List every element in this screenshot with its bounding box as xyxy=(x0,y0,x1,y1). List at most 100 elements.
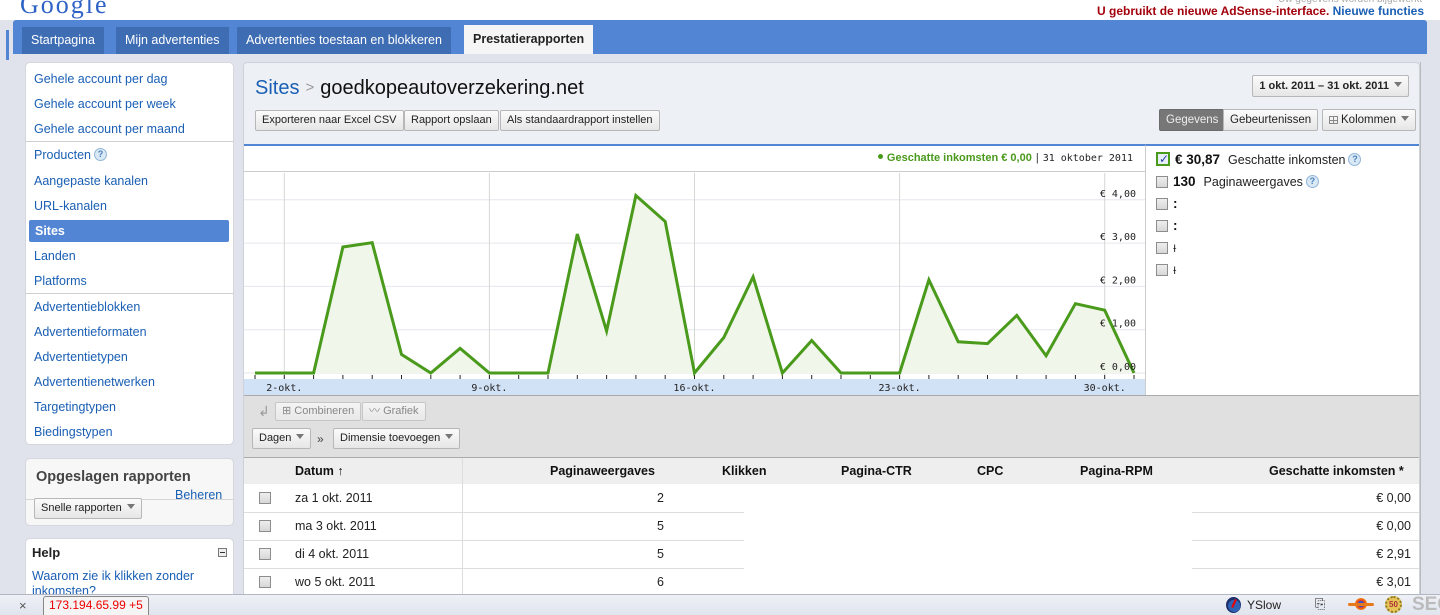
help-icon[interactable]: ? xyxy=(1305,175,1319,188)
cell-pageviews: 5 xyxy=(657,547,664,561)
sidebar-item-account-per-month[interactable]: Gehele account per maand xyxy=(34,122,185,136)
column-header-cpc[interactable]: CPC xyxy=(977,464,1003,478)
collapse-icon[interactable] xyxy=(218,548,227,557)
breadcrumb-sites-link[interactable]: Sites xyxy=(255,77,299,99)
sidebar-item-platforms[interactable]: Platforms xyxy=(34,274,87,288)
ip-address-badge[interactable]: 173.194.65.99 +5 xyxy=(43,596,149,615)
view-toggle-data[interactable]: Gegevens xyxy=(1159,109,1226,131)
row-checkbox[interactable] xyxy=(259,576,271,588)
main-tab-bar: Startpagina Mijn advertenties Advertenti… xyxy=(13,20,1427,54)
dimension-label: Dagen xyxy=(259,432,292,444)
cell-pageviews: 6 xyxy=(657,575,664,589)
y-tick-label: € 4,00 xyxy=(1100,189,1136,200)
cell-date: di 4 okt. 2011 xyxy=(295,547,370,561)
yslow-label[interactable]: YSlow xyxy=(1247,598,1281,612)
column-header-earnings[interactable]: Geschatte inkomsten * xyxy=(1269,464,1404,478)
top-header: Google Uw gegevens worden bijgewerkt U g… xyxy=(0,0,1440,20)
firebug-icon[interactable] xyxy=(1348,597,1374,612)
seo-label[interactable]: SEO xyxy=(1412,594,1440,615)
left-accent-bar xyxy=(6,30,9,60)
tab-prestatierapporten[interactable]: Prestatierapporten xyxy=(464,25,594,54)
metric-checkbox[interactable] xyxy=(1156,220,1168,232)
metric-checkbox[interactable] xyxy=(1156,176,1168,188)
chart-line-icon: 〰 xyxy=(369,405,384,417)
column-header-page-ctr[interactable]: Pagina-CTR xyxy=(841,464,912,478)
sidebar-item-targeting-types[interactable]: Targetingtypen xyxy=(34,400,116,414)
metric-checkbox[interactable] xyxy=(1156,242,1168,254)
manage-reports-link[interactable]: Beheren xyxy=(175,488,222,502)
metric-row-pageviews[interactable]: 130 Paginaweergaves? xyxy=(1156,173,1319,191)
columns-label: Kolommen xyxy=(1341,114,1396,126)
combine-button[interactable]: ⊞ Combineren xyxy=(275,402,362,421)
column-header-pageviews[interactable]: Paginaweergaves xyxy=(550,464,655,478)
view-toggle-events[interactable]: Gebeurtenissen xyxy=(1223,109,1319,131)
dimension-dropdown[interactable]: Dagen xyxy=(252,428,312,449)
sidebar-item-custom-channels[interactable]: Aangepaste kanalen xyxy=(34,174,148,188)
chevron-down-icon xyxy=(1400,116,1409,121)
cell-date: ma 3 okt. 2011 xyxy=(295,519,377,533)
date-range-picker[interactable]: 1 okt. 2011 – 31 okt. 2011 xyxy=(1252,75,1409,97)
y-tick-label: € 0,00 xyxy=(1100,362,1136,373)
breadcrumb-arrow: » xyxy=(317,432,324,446)
column-header-page-rpm[interactable]: Pagina-RPM xyxy=(1080,464,1153,478)
help-icon[interactable]: ? xyxy=(1348,153,1362,166)
column-header-clicks[interactable]: Klikken xyxy=(722,464,766,478)
google-logo[interactable]: Google xyxy=(20,0,109,20)
metric-row[interactable]: : xyxy=(1156,195,1186,213)
quick-reports-dropdown[interactable]: Snelle rapporten xyxy=(34,498,142,519)
sidebar-item-account-per-day[interactable]: Gehele account per dag xyxy=(34,72,167,86)
row-checkbox[interactable] xyxy=(259,492,271,504)
row-checkbox[interactable] xyxy=(259,520,271,532)
sidebar-item-label: Producten xyxy=(34,148,91,162)
report-main-panel: Sites > goedkopeautoverzekering.net Export… xyxy=(243,62,1420,615)
row-checkbox[interactable] xyxy=(259,548,271,560)
sidebar-item-producten[interactable]: Producten? xyxy=(34,148,107,162)
chart-plot[interactable]: 2-okt. 9-okt. 16-okt. 23-okt. 30-okt. € 0,00 €… xyxy=(244,146,1145,395)
sidebar-divider xyxy=(26,141,233,142)
new-features-link[interactable]: Nieuwe functies xyxy=(1333,4,1424,18)
metric-row[interactable]: : xyxy=(1156,217,1186,235)
save-report-button[interactable]: Rapport opslaan xyxy=(404,110,499,131)
metric-checkbox[interactable] xyxy=(1156,264,1168,276)
sidebar-item-sites[interactable]: Sites xyxy=(29,220,229,242)
sidebar-item-url-channels[interactable]: URL-kanalen xyxy=(34,199,107,213)
sidebar-item-ad-units[interactable]: Advertentieblokken xyxy=(34,300,140,314)
metric-checkbox[interactable] xyxy=(1156,150,1170,168)
table-row: za 1 okt. 2011 2 € 0,00 xyxy=(244,484,1419,512)
chart-button[interactable]: 〰 Grafiek xyxy=(362,402,426,421)
tab-startpagina[interactable]: Startpagina xyxy=(22,27,104,54)
metric-row[interactable]: ɫ xyxy=(1156,239,1184,257)
sidebar-item-account-per-week[interactable]: Gehele account per week xyxy=(34,97,176,111)
yslow-gauge-icon[interactable] xyxy=(1226,597,1241,613)
tab-mijn-advertenties[interactable]: Mijn advertenties xyxy=(116,27,229,54)
saved-reports-panel: Opgeslagen rapporten Beheren Snelle rapp… xyxy=(25,458,234,526)
metric-value: : xyxy=(1173,196,1178,211)
close-icon[interactable]: × xyxy=(19,598,27,613)
pages-icon[interactable]: ⎘ xyxy=(1315,596,1325,612)
export-csv-button[interactable]: Exporteren naar Excel CSV xyxy=(255,110,404,131)
help-icon[interactable]: ? xyxy=(93,148,107,161)
sidebar-item-landen[interactable]: Landen xyxy=(34,249,76,263)
tab-advertenties-toestaan-blokkeren[interactable]: Advertenties toestaan en blokkeren xyxy=(237,27,451,54)
pivot-arrow-icon: ↲ xyxy=(258,403,270,419)
add-dimension-dropdown[interactable]: Dimensie toevoegen xyxy=(333,428,461,449)
seo-quake-icon[interactable]: 50 xyxy=(1385,596,1402,613)
column-header-date[interactable]: Datum ↑ xyxy=(295,464,344,478)
metric-row-earnings[interactable]: € 30,87 Geschatte inkomsten? xyxy=(1156,150,1362,169)
chevron-down-icon xyxy=(1394,82,1402,87)
sidebar-item-ad-networks[interactable]: Advertentienetwerken xyxy=(34,375,155,389)
breadcrumb: Sites > goedkopeautoverzekering.net xyxy=(255,77,584,100)
sidebar-divider xyxy=(26,293,233,294)
metric-value: : xyxy=(1173,218,1178,233)
metric-row[interactable]: ɫ xyxy=(1156,261,1184,279)
sidebar-item-ad-formats[interactable]: Advertentieformaten xyxy=(34,325,147,339)
page-scrollbar[interactable] xyxy=(1420,62,1440,615)
sidebar-item-ad-types[interactable]: Advertentietypen xyxy=(34,350,128,364)
metric-checkbox[interactable] xyxy=(1156,198,1168,210)
cell-date: za 1 okt. 2011 xyxy=(295,491,373,505)
saved-reports-title: Opgeslagen rapporten xyxy=(36,469,191,485)
set-default-report-button[interactable]: Als standaardrapport instellen xyxy=(500,110,660,131)
x-tick-label: 9-okt. xyxy=(471,383,507,394)
columns-dropdown[interactable]: Kolommen xyxy=(1322,109,1416,131)
sidebar-item-bid-types[interactable]: Biedingstypen xyxy=(34,425,113,439)
